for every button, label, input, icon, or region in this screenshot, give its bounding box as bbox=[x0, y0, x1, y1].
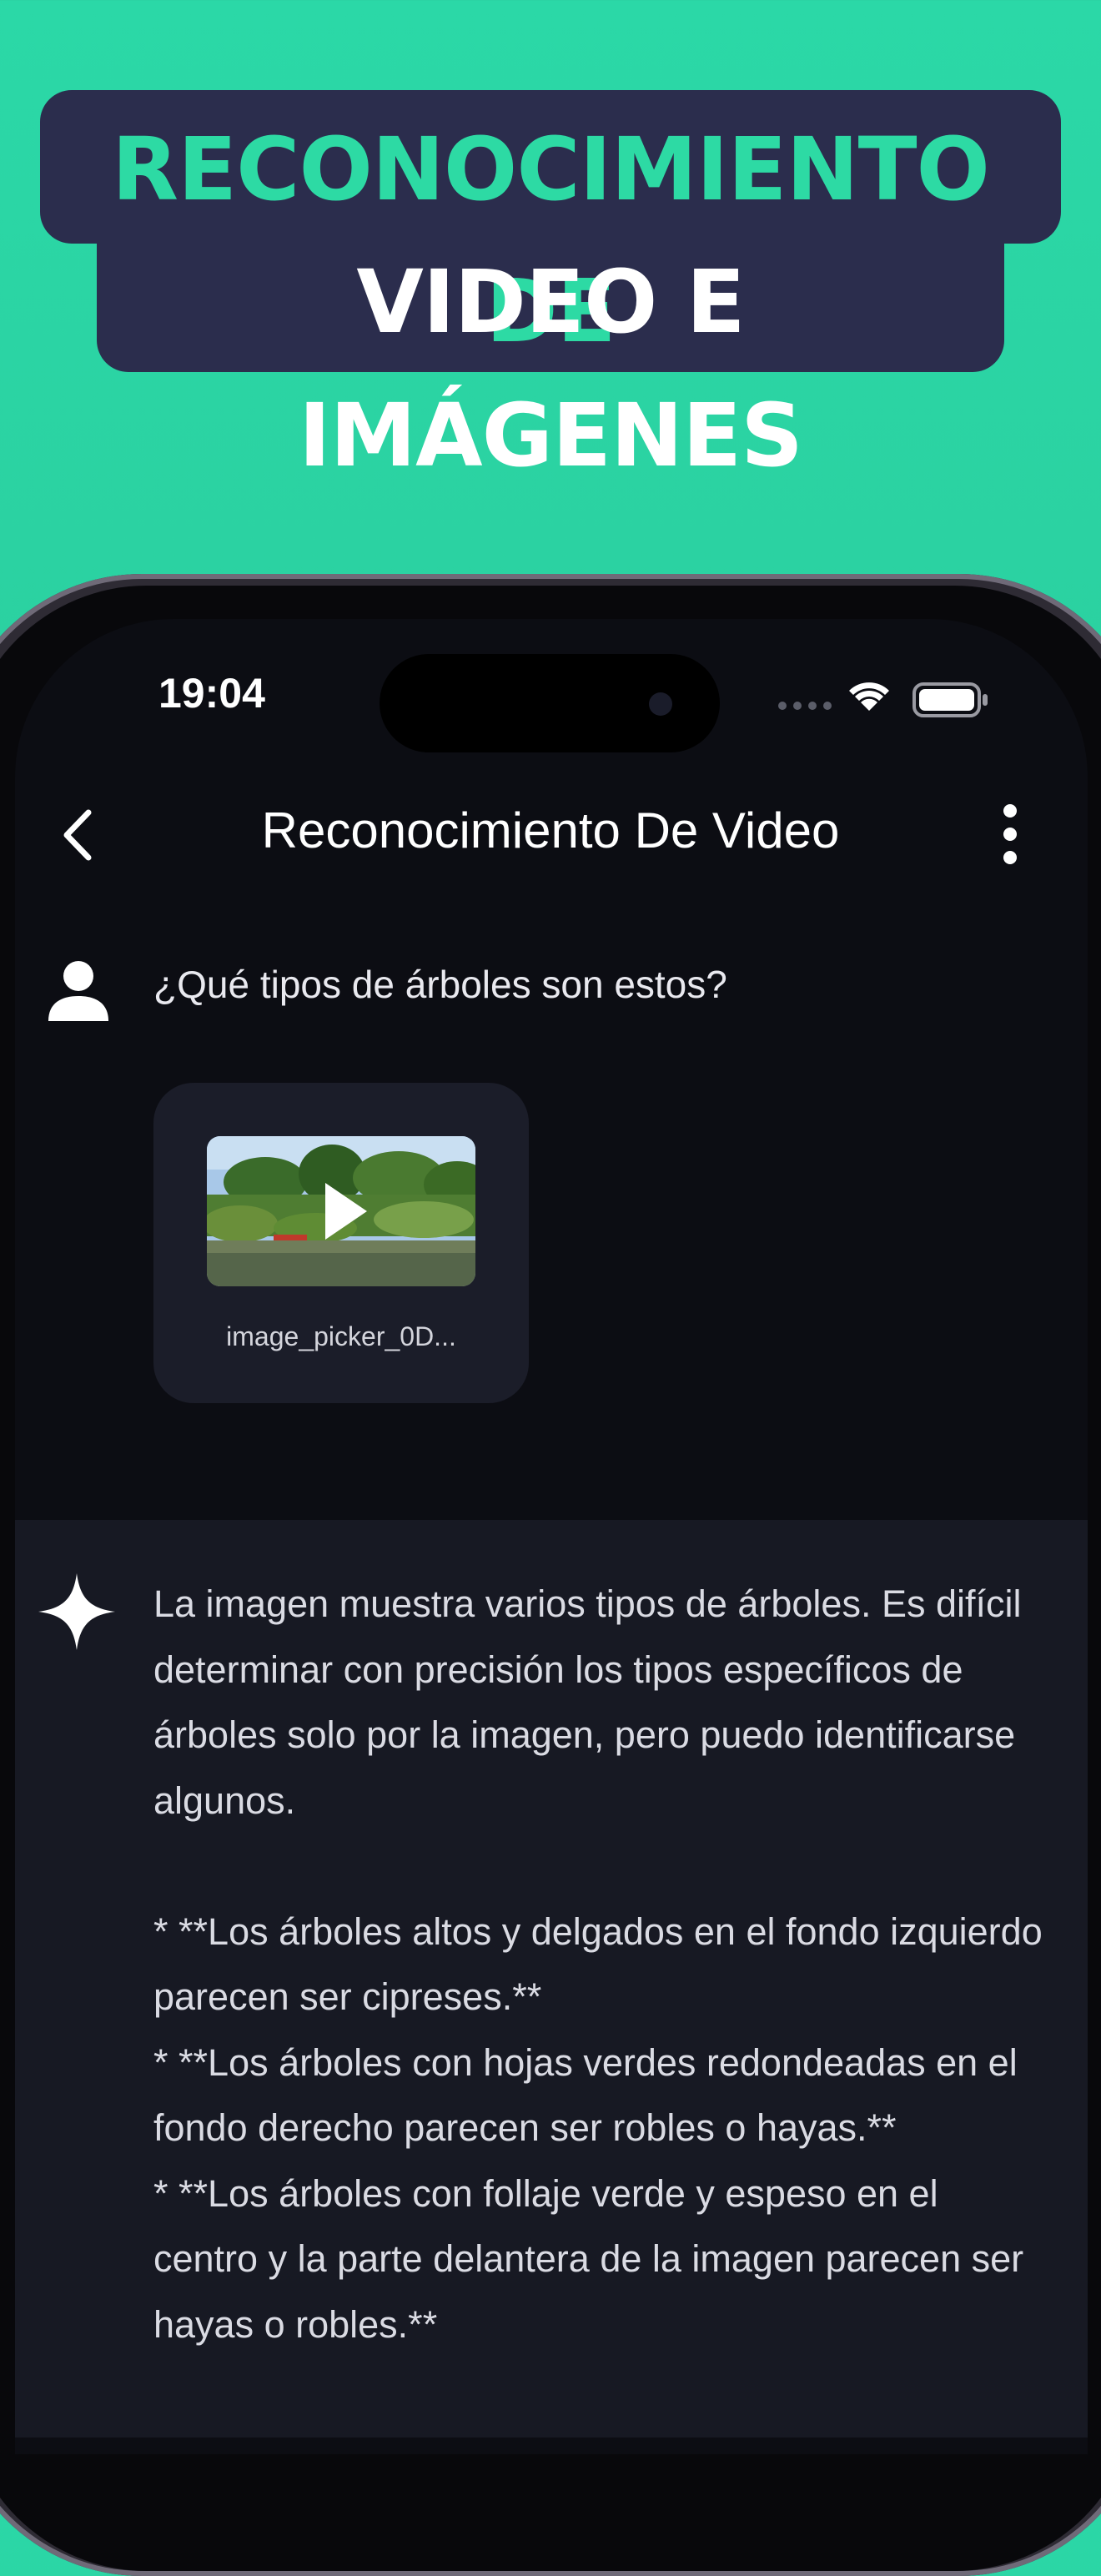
ai-response-bullet: * **Los árboles altos y delgados en el f… bbox=[153, 1909, 1043, 2019]
page-title: Reconocimiento De Video bbox=[261, 802, 840, 858]
status-time: 19:04 bbox=[158, 670, 265, 717]
attachment-filename: image_picker_0D... bbox=[226, 1321, 456, 1351]
play-icon[interactable] bbox=[320, 1178, 370, 1245]
sparkle-icon bbox=[38, 1573, 115, 1650]
signal-dots-icon bbox=[778, 702, 832, 710]
more-vertical-icon[interactable] bbox=[989, 801, 1031, 868]
battery-icon bbox=[912, 682, 988, 717]
headline-line-2: VIDEO E IMÁGENES bbox=[298, 251, 803, 486]
ai-response-bullet: * **Los árboles con follaje verde y espe… bbox=[153, 2171, 1024, 2346]
ai-response-bullet: * **Los árboles con hojas verdes redonde… bbox=[153, 2040, 1018, 2150]
status-icons bbox=[778, 682, 988, 717]
user-message-text: ¿Qué tipos de árboles son estos? bbox=[153, 963, 727, 1006]
chevron-left-icon[interactable] bbox=[52, 806, 110, 864]
ai-response-paragraph: La imagen muestra varios tipos de árbole… bbox=[153, 1582, 1022, 1822]
user-avatar-icon bbox=[48, 961, 108, 1021]
ai-response-text: La imagen muestra varios tipos de árbole… bbox=[153, 1572, 1046, 2357]
wifi-icon bbox=[849, 682, 889, 711]
front-camera bbox=[649, 692, 672, 716]
